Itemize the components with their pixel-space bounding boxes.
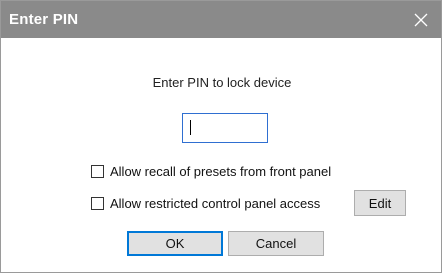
enter-pin-dialog: Enter PIN Enter PIN to lock device Allow… [0,0,442,273]
dialog-title: Enter PIN [9,11,79,28]
restricted-access-checkbox[interactable] [91,197,104,210]
text-caret [190,120,191,135]
recall-presets-option[interactable]: Allow recall of presets from front panel [91,164,331,179]
cancel-button[interactable]: Cancel [228,231,324,256]
close-button[interactable] [401,1,441,38]
recall-presets-checkbox[interactable] [91,165,104,178]
prompt-text: Enter PIN to lock device [152,75,292,90]
recall-presets-label: Allow recall of presets from front panel [110,164,332,179]
close-icon [414,13,428,26]
title-bar: Enter PIN [1,1,441,38]
ok-button[interactable]: OK [127,231,223,256]
edit-button[interactable]: Edit [354,190,406,216]
pin-input[interactable] [182,113,268,143]
restricted-access-label: Allow restricted control panel access [110,196,321,211]
restricted-access-option[interactable]: Allow restricted control panel access [91,196,320,211]
